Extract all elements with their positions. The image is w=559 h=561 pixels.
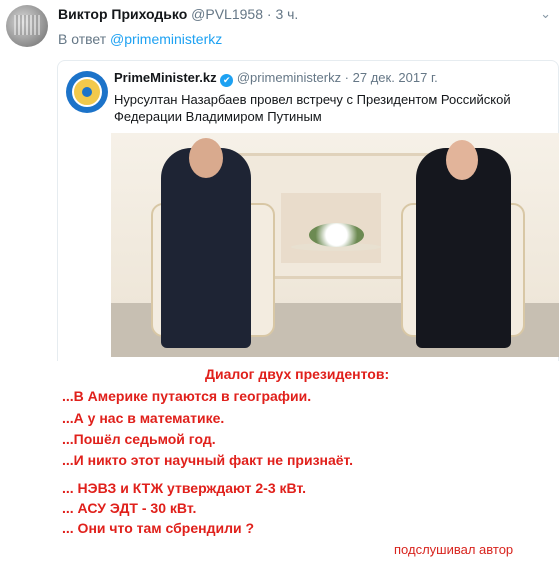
caption-extra-2: ... АСУ ЭДТ - 30 кВт. [62, 500, 197, 516]
caption-line-4: ...И никто этот научный факт не признаёт… [62, 452, 354, 468]
photo-flowers [309, 223, 364, 247]
caption-signature: подслушивал автор [394, 542, 514, 557]
caption-line-2: ...А у нас в математике. [62, 410, 225, 426]
quoted-avatar[interactable] [66, 71, 108, 113]
caption-extra-1: ... НЭВЗ и КТЖ утверждают 2-3 кВт. [62, 480, 306, 496]
reply-to-link[interactable]: @primeministerkz [110, 31, 222, 47]
quoted-header: PrimeMinister.kz ✔ @primeministerkz · 27… [114, 70, 438, 87]
author-avatar[interactable] [6, 5, 48, 47]
reply-prefix: В ответ [58, 31, 107, 47]
caption-line-1: ...В Америке путаются в географии. [62, 388, 312, 404]
author-handle[interactable]: @PVL1958 [191, 6, 263, 22]
emblem-icon [72, 77, 102, 107]
author-name[interactable]: Виктор Приходько [58, 6, 187, 22]
quoted-text: Нурсултан Назарбаев провел встречу с Пре… [114, 92, 511, 124]
meeting-photo[interactable] [111, 133, 559, 357]
caption-line-3: ...Пошёл седьмой год. [62, 431, 216, 447]
reply-context: В ответ @primeministerkz [58, 31, 222, 47]
tweet-header: Виктор Приходько @PVL1958 · 3 ч. [58, 6, 298, 22]
caption-title: Диалог двух президентов: [205, 366, 390, 382]
caption-extra-3: ... Они что там сбрендили ? [62, 520, 255, 536]
quoted-handle-date[interactable]: @primeministerkz · 27 дек. 2017 г. [237, 70, 438, 85]
verified-badge-icon: ✔ [220, 74, 234, 87]
photo-person-left [161, 138, 251, 348]
photo-person-right [416, 140, 511, 348]
tweet-time[interactable]: · 3 ч. [267, 6, 298, 22]
quoted-name[interactable]: PrimeMinister.kz [114, 70, 217, 85]
chevron-down-icon[interactable]: ⌄ [540, 6, 551, 22]
